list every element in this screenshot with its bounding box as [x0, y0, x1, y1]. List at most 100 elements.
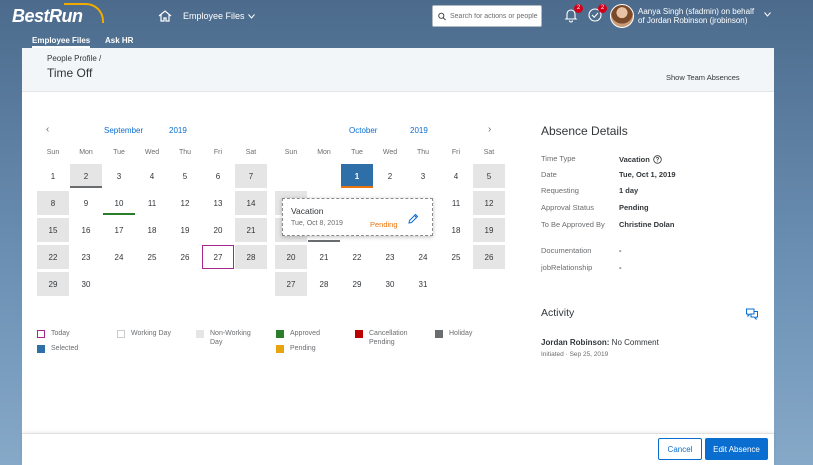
company-logo[interactable]: BestRun [12, 3, 104, 28]
home-icon[interactable] [157, 8, 173, 24]
calendar-day[interactable]: 3 [407, 164, 439, 188]
calendar-day[interactable]: 21 [308, 245, 340, 269]
calendar-day[interactable]: 29 [37, 272, 69, 296]
calendar-day[interactable]: 5 [169, 164, 201, 188]
calendar-day[interactable]: 19 [169, 218, 201, 242]
calendar-day[interactable]: 29 [341, 272, 373, 296]
calendar-day[interactable]: 11 [440, 191, 472, 215]
calendar-day[interactable]: 23 [374, 245, 406, 269]
calendar-day[interactable]: 10 [103, 191, 135, 215]
weekday-header: Thu [416, 149, 430, 156]
calendar-day[interactable]: 18 [440, 218, 472, 242]
info-icon[interactable]: ? [653, 155, 662, 164]
day-number: 30 [81, 279, 91, 289]
show-team-absences-link[interactable]: Show Team Absences [666, 73, 740, 82]
next-month-arrow-icon[interactable]: › [488, 124, 491, 135]
day-number: 19 [484, 225, 494, 235]
calendar-day[interactable]: 27 [202, 245, 234, 269]
calendar-day[interactable]: 20 [202, 218, 234, 242]
calendar-day[interactable]: 7 [235, 164, 267, 188]
calendar-day[interactable]: 1 [37, 164, 69, 188]
edit-pencil-icon[interactable] [407, 213, 419, 225]
day-number: 3 [116, 171, 122, 181]
month-september-button[interactable]: September [104, 126, 143, 135]
comment-icon[interactable] [745, 307, 759, 321]
calendar-day[interactable]: 25 [136, 245, 168, 269]
legend-swatch [276, 330, 284, 338]
day-number: 11 [451, 198, 461, 208]
activity-author: Jordan Robinson: [541, 338, 610, 347]
user-menu[interactable]: Aanya Singh (sfadmin) on behalf of Jorda… [638, 7, 768, 25]
year-2019-button[interactable]: 2019 [169, 126, 187, 135]
calendar-day[interactable]: 2 [70, 164, 102, 188]
module-menu[interactable]: Employee Files [183, 11, 255, 21]
search-input[interactable] [450, 12, 541, 20]
notifications-button[interactable]: 2 [562, 4, 583, 24]
nav-ask-hr[interactable]: Ask HR [105, 36, 133, 45]
popover-status: Pending [370, 220, 398, 229]
legend-swatch [117, 330, 125, 338]
calendar-day[interactable]: 5 [473, 164, 505, 188]
day-number: 2 [83, 171, 89, 181]
calendar-day[interactable]: 15 [37, 218, 69, 242]
calendar-day[interactable]: 9 [70, 191, 102, 215]
calendar-day[interactable]: 2 [374, 164, 406, 188]
legend-swatch [37, 345, 45, 353]
day-number: 31 [418, 279, 428, 289]
legend-swatch [435, 330, 443, 338]
calendar-day[interactable]: 8 [37, 191, 69, 215]
calendar-day[interactable]: 24 [407, 245, 439, 269]
edit-absence-button[interactable]: Edit Absence [705, 438, 768, 460]
calendar-day[interactable]: 28 [308, 272, 340, 296]
calendar-day[interactable]: 31 [407, 272, 439, 296]
calendar-day[interactable]: 22 [341, 245, 373, 269]
calendar-day[interactable]: 19 [473, 218, 505, 242]
legend-pending: Pending [276, 344, 316, 353]
popover-title: Vacation [291, 206, 324, 216]
calendar-day[interactable]: 23 [70, 245, 102, 269]
calendar-day[interactable]: 16 [70, 218, 102, 242]
chevron-down-icon[interactable] [764, 12, 771, 17]
calendar-day[interactable]: 24 [103, 245, 135, 269]
calendar-day[interactable]: 26 [473, 245, 505, 269]
nav-employee-files[interactable]: Employee Files [32, 36, 91, 48]
day-number: 12 [484, 198, 494, 208]
legend-swatch [37, 330, 45, 338]
legend-working-day: Working Day [117, 329, 171, 338]
calendar-day[interactable]: 14 [235, 191, 267, 215]
calendar-day[interactable]: 6 [202, 164, 234, 188]
calendar-day[interactable]: 4 [136, 164, 168, 188]
calendar-day[interactable]: 21 [235, 218, 267, 242]
calendar-day[interactable]: 26 [169, 245, 201, 269]
calendar-day[interactable]: 13 [202, 191, 234, 215]
year-2019-button[interactable]: 2019 [410, 126, 428, 135]
weekday-header: Fri [213, 149, 223, 156]
calendar-day[interactable]: 22 [37, 245, 69, 269]
cancel-button[interactable]: Cancel [658, 438, 702, 460]
calendar-day[interactable]: 4 [440, 164, 472, 188]
breadcrumb[interactable]: People Profile / [47, 54, 101, 63]
calendar-day[interactable]: 28 [235, 245, 267, 269]
calendar-day[interactable]: 25 [440, 245, 472, 269]
calendar-day[interactable]: 27 [275, 272, 307, 296]
absence-popover[interactable]: Vacation Tue, Oct 8, 2019 Pending [282, 198, 433, 236]
previous-month-arrow-icon[interactable]: ‹ [46, 124, 49, 135]
day-number: 20 [286, 252, 296, 262]
day-number: 28 [246, 252, 256, 262]
calendar-day[interactable]: 1 [341, 164, 373, 188]
search-field[interactable] [432, 5, 542, 27]
calendar-day[interactable]: 30 [374, 272, 406, 296]
calendar-day[interactable]: 18 [136, 218, 168, 242]
user-avatar[interactable] [610, 4, 634, 28]
calendar-day[interactable]: 20 [275, 245, 307, 269]
weekday-header: Mon [317, 149, 331, 156]
calendar-day[interactable]: 12 [473, 191, 505, 215]
calendar-day[interactable]: 30 [70, 272, 102, 296]
calendar-day[interactable]: 12 [169, 191, 201, 215]
legend-holiday: Holiday [435, 329, 472, 338]
calendar-day[interactable]: 17 [103, 218, 135, 242]
approvals-button[interactable]: 2 [586, 4, 607, 24]
calendar-day[interactable]: 3 [103, 164, 135, 188]
calendar-day[interactable]: 11 [136, 191, 168, 215]
month-october-button[interactable]: October [349, 126, 377, 135]
